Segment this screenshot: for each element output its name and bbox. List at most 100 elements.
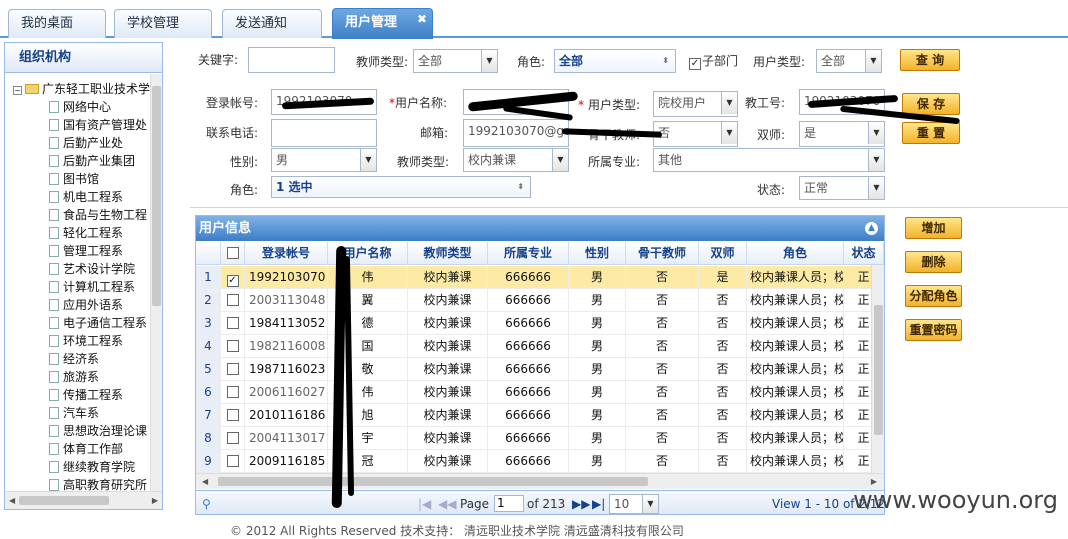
assign-role-button[interactable]: 分配角色	[905, 285, 962, 307]
tree-item[interactable]: 网络中心	[49, 98, 111, 116]
role-combo[interactable]: 1 选中 ⬍	[271, 176, 531, 198]
chevron-down-icon[interactable]: ▼	[868, 122, 884, 144]
checkbox[interactable]	[226, 386, 239, 398]
grid-vscroll[interactable]	[871, 265, 884, 490]
row-checkbox[interactable]	[221, 312, 245, 335]
first-page-icon[interactable]: |◀	[418, 491, 431, 514]
tab-school-management[interactable]: 学校管理	[114, 9, 212, 38]
org-hscroll[interactable]: ◀ ▶	[5, 491, 162, 509]
scroll-thumb[interactable]	[874, 305, 883, 435]
check-icon[interactable]: ✓	[689, 58, 701, 70]
grid-hscroll[interactable]: ◀ ▶	[196, 473, 883, 489]
scroll-left-icon[interactable]: ◀	[202, 477, 208, 486]
header-role[interactable]: 角色	[747, 242, 844, 265]
checkbox[interactable]	[226, 409, 239, 421]
user-type-select[interactable]: 院校用户 ▼	[653, 91, 738, 117]
tree-item[interactable]: 国有资产管理处	[49, 116, 147, 134]
next-page-icon[interactable]: ▶▶	[572, 491, 590, 514]
header-type[interactable]: 教师类型	[408, 242, 488, 265]
checkbox[interactable]	[226, 340, 239, 352]
chevron-down-icon[interactable]: ▼	[865, 50, 881, 72]
table-row[interactable]: 6 2006116027 伟校内兼课 666666 男否否校内兼课人员；校正	[196, 381, 884, 404]
tree-item[interactable]: 思想政治理论课	[49, 422, 147, 440]
search-user-type-select[interactable]: 全部 ▼	[816, 49, 882, 73]
scroll-thumb[interactable]	[19, 496, 109, 505]
row-checkbox[interactable]	[221, 381, 245, 404]
row-checkbox[interactable]	[221, 335, 245, 358]
scroll-thumb[interactable]	[152, 86, 161, 306]
tree-item[interactable]: 高职教育研究所	[49, 476, 147, 491]
checkbox[interactable]	[226, 294, 239, 306]
tree-item[interactable]: 食品与生物工程	[49, 206, 147, 224]
header-status[interactable]: 状态	[844, 242, 884, 265]
keyword-input[interactable]	[248, 47, 335, 73]
query-button[interactable]: 查 询	[900, 49, 960, 71]
tree-item[interactable]: 继续教育学院	[49, 458, 135, 476]
tree-item[interactable]: 后勤产业处	[49, 134, 123, 152]
search-role-combo[interactable]: 全部 ⬍	[554, 49, 676, 73]
table-row[interactable]: 3 1984113052 德校内兼课 666666 男否否校内兼课人员；校正	[196, 312, 884, 335]
phone-input[interactable]	[271, 119, 377, 147]
tree-item[interactable]: 经济系	[49, 350, 99, 368]
chevron-down-icon[interactable]: ▼	[642, 495, 658, 513]
header-gender[interactable]: 性别	[569, 242, 626, 265]
tree-item[interactable]: 电子通信工程系	[49, 314, 147, 332]
chevron-down-icon[interactable]: ▼	[721, 92, 737, 114]
table-row[interactable]: 8 2004113017 宇校内兼课 666666 男否否校内兼课人员；校正	[196, 427, 884, 450]
table-row[interactable]: 5 1987116023 敬校内兼课 666666 男否否校内兼课人员；校正	[196, 358, 884, 381]
save-button[interactable]: 保 存	[902, 93, 960, 115]
table-row[interactable]: 9 2009116185 冠校内兼课 666666 男否否校内兼课人员；校正	[196, 450, 884, 473]
row-checkbox[interactable]	[221, 289, 245, 312]
scroll-right-icon[interactable]: ▶	[871, 477, 877, 486]
checkbox[interactable]	[226, 432, 239, 444]
gender-select[interactable]: 男 ▼	[271, 148, 377, 172]
tree-item[interactable]: 计算机工程系	[49, 278, 135, 296]
tree-item[interactable]: 艺术设计学院	[49, 260, 135, 278]
teacher-type-select[interactable]: 校内兼课 ▼	[463, 148, 569, 172]
tab-send-notice[interactable]: 发送通知	[222, 9, 322, 38]
close-icon[interactable]: ✖	[417, 9, 427, 29]
reset-button[interactable]: 重 置	[902, 122, 960, 144]
tree-item[interactable]: 体育工作部	[49, 440, 123, 458]
row-checkbox[interactable]	[221, 358, 245, 381]
header-backbone[interactable]: 骨干教师	[626, 242, 699, 265]
tree-item[interactable]: 汽车系	[49, 404, 99, 422]
prev-page-icon[interactable]: ◀◀	[438, 491, 456, 514]
collapse-icon[interactable]: −	[13, 86, 22, 95]
backbone-select[interactable]: 否 ▼	[653, 121, 738, 147]
add-button[interactable]: 增加	[905, 217, 962, 239]
header-login[interactable]: 登录帐号	[245, 242, 328, 265]
table-row[interactable]: 4 1982116008 国校内兼课 666666 男否否校内兼课人员；校正	[196, 335, 884, 358]
sub-dept-checkbox[interactable]: ✓	[689, 53, 701, 70]
scroll-thumb[interactable]	[218, 477, 648, 486]
row-checkbox[interactable]	[221, 404, 245, 427]
chevron-down-icon[interactable]: ▼	[721, 122, 737, 144]
tree-item[interactable]: 轻化工程系	[49, 224, 123, 242]
tab-user-management[interactable]: 用户管理 ✖	[332, 8, 433, 39]
page-size-select[interactable]: 10 ▼	[609, 494, 659, 514]
table-row[interactable]: 2 2003113048 翼校内兼课 666666 男否否校内兼课人员；校正	[196, 289, 884, 312]
org-vscroll[interactable]	[150, 74, 162, 492]
checkbox[interactable]	[226, 247, 239, 259]
delete-button[interactable]: 删除	[905, 251, 962, 273]
tree-item[interactable]: 旅游系	[49, 368, 99, 386]
row-checkbox[interactable]	[221, 427, 245, 450]
tree-item[interactable]: 图书馆	[49, 170, 99, 188]
tab-my-desktop[interactable]: 我的桌面	[8, 9, 106, 38]
last-page-icon[interactable]: ▶|	[592, 491, 605, 514]
dual-select[interactable]: 是 ▼	[799, 121, 885, 147]
tree-root[interactable]: − 广东轻工职业技术学	[13, 80, 150, 98]
collapse-icon[interactable]: ▲	[865, 222, 878, 235]
table-row[interactable]: 7 2010116186 旭校内兼课 666666 男否否校内兼课人员；校正	[196, 404, 884, 427]
tree-item[interactable]: 机电工程系	[49, 188, 123, 206]
status-select[interactable]: 正常 ▼	[799, 176, 885, 200]
chevron-down-icon[interactable]: ▼	[481, 50, 497, 72]
checkbox[interactable]	[226, 363, 239, 375]
scroll-right-icon[interactable]: ▶	[152, 496, 158, 505]
row-checkbox[interactable]: ✓	[221, 266, 245, 289]
tree-item[interactable]: 后勤产业集团	[49, 152, 135, 170]
header-select-all[interactable]	[221, 242, 245, 265]
checkbox[interactable]: ✓	[226, 275, 239, 287]
reset-password-button[interactable]: 重置密码	[905, 319, 962, 341]
tree-item[interactable]: 管理工程系	[49, 242, 123, 260]
